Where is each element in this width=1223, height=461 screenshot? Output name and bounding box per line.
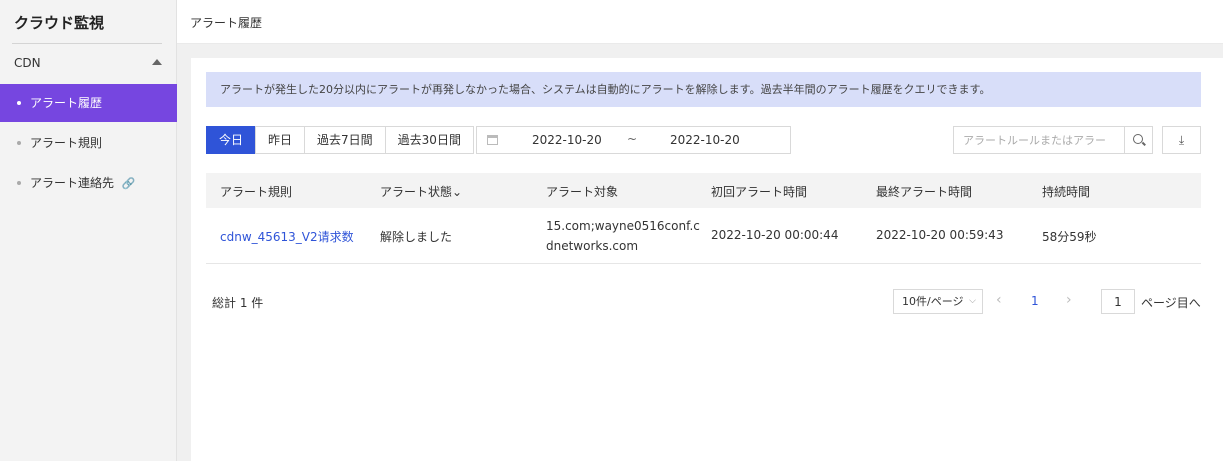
download-button[interactable]: ⤓ xyxy=(1162,126,1201,154)
app-title: クラウド監視 xyxy=(14,14,105,32)
sidebar-section-cdn[interactable]: CDN xyxy=(14,56,164,70)
sidebar-section-label: CDN xyxy=(14,56,41,70)
alert-target: 15.com;wayne0516conf.cdnetworks.com xyxy=(546,219,700,253)
alert-status: 解除しました xyxy=(380,230,453,244)
next-page-button[interactable]: › xyxy=(1066,292,1072,308)
calendar-icon xyxy=(487,135,498,145)
download-icon: ⤓ xyxy=(1178,133,1185,147)
column-header-last-time: 最終アラート時間 xyxy=(876,185,973,199)
info-notice: アラートが発生した20分以内にアラートが再発しなかった場合、システムは自動的にア… xyxy=(206,72,1201,107)
last-alert-time: 2022-10-20 00:59:43 xyxy=(876,228,1004,242)
bullet-icon xyxy=(17,181,21,185)
total-count: 総計 1 件 xyxy=(212,296,264,310)
date-range-buttons: 今日 昨日 過去7日間 過去30日間 xyxy=(206,126,474,154)
table-row: cdnw_45613_V2请求数 解除しました 15.com;wayne0516… xyxy=(206,208,1201,264)
page-number-current[interactable]: 1 xyxy=(1031,294,1039,308)
sidebar-divider xyxy=(12,43,162,44)
range-yesterday-button[interactable]: 昨日 xyxy=(255,126,306,154)
alert-rule-link[interactable]: cdnw_45613_V2请求数 xyxy=(220,228,354,245)
column-header-status[interactable]: アラート状態⌄ xyxy=(380,183,462,200)
table-header: アラート規則 アラート状態⌄ アラート対象 初回アラート時間 最終アラート時間 … xyxy=(206,173,1201,208)
sidebar-item-alert-history[interactable]: アラート履歴 xyxy=(0,84,177,122)
goto-page-label: ページ目へ xyxy=(1141,296,1201,310)
alert-table: アラート規則 アラート状態⌄ アラート対象 初回アラート時間 最終アラート時間 … xyxy=(206,173,1201,264)
chevron-down-icon[interactable]: ⌄ xyxy=(452,185,462,199)
date-end[interactable]: 2022-10-20 xyxy=(670,133,740,147)
search-button[interactable] xyxy=(1124,127,1152,153)
sidebar-item-alert-contacts[interactable]: アラート連絡先 🔗 xyxy=(0,164,177,202)
sidebar: クラウド監視 CDN アラート履歴 アラート規則 アラート連絡先 🔗 xyxy=(0,0,177,461)
date-start[interactable]: 2022-10-20 xyxy=(532,133,602,147)
page-title: アラート履歴 xyxy=(190,16,263,30)
sidebar-item-label: アラート履歴 xyxy=(30,96,103,110)
range-today-button[interactable]: 今日 xyxy=(206,126,257,154)
sidebar-item-label: アラート規則 xyxy=(30,136,103,150)
alert-duration: 58分59秒 xyxy=(1042,230,1097,244)
sidebar-item-label: アラート連絡先 xyxy=(30,176,115,190)
link-icon: 🔗 xyxy=(121,177,136,190)
bullet-icon xyxy=(17,141,21,145)
range-7days-button[interactable]: 過去7日間 xyxy=(304,126,386,154)
date-range-picker[interactable]: 2022-10-20 ~ 2022-10-20 xyxy=(476,126,791,154)
bullet-icon xyxy=(17,101,21,105)
main-panel: アラートが発生した20分以内にアラートが再発しなかった場合、システムは自動的にア… xyxy=(191,58,1223,461)
search-box xyxy=(953,126,1153,154)
sidebar-item-alert-rules[interactable]: アラート規則 xyxy=(0,124,177,162)
column-header-target: アラート対象 xyxy=(546,185,619,199)
chevron-down-icon: ⌵ xyxy=(969,296,976,306)
page-size-value: 10件/ページ xyxy=(902,295,964,308)
prev-page-button[interactable]: ‹ xyxy=(996,292,1002,308)
goto-page-input[interactable] xyxy=(1101,289,1135,314)
first-alert-time: 2022-10-20 00:00:44 xyxy=(711,228,839,242)
column-header-duration: 持続時間 xyxy=(1042,185,1091,199)
search-input[interactable] xyxy=(954,127,1126,153)
column-header-rule: アラート規則 xyxy=(220,185,293,199)
date-separator: ~ xyxy=(627,132,638,146)
column-header-first-time: 初回アラート時間 xyxy=(711,185,808,199)
range-30days-button[interactable]: 過去30日間 xyxy=(384,126,474,154)
caret-up-icon[interactable] xyxy=(152,59,162,65)
page-size-select[interactable]: 10件/ページ ⌵ xyxy=(893,289,983,314)
page-header: アラート履歴 xyxy=(177,0,1223,44)
